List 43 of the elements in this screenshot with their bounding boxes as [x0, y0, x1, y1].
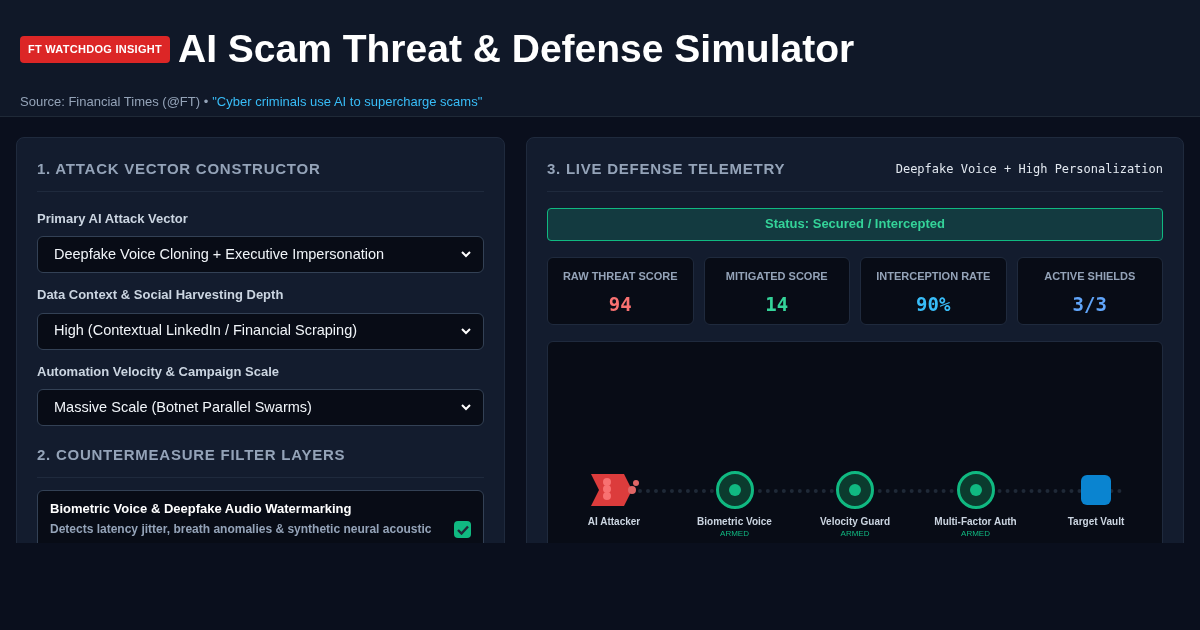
- source-text: Source: Financial Times (@FT) •: [20, 92, 209, 111]
- node-label: Biometric Voice: [697, 514, 772, 529]
- node-label: Velocity Guard: [820, 514, 890, 529]
- filter-checkbox[interactable]: [454, 521, 471, 538]
- attacker-icon: [589, 472, 639, 507]
- node-label: Multi-Factor Auth: [934, 514, 1017, 529]
- metric-value: 3/3: [1072, 292, 1107, 317]
- dropdown[interactable]: Massive Scale (Botnet Parallel Swarms): [37, 389, 484, 426]
- node-label: AI Attacker: [587, 514, 641, 529]
- shield-node-icon: [835, 469, 875, 510]
- section-title: 2. COUNTERMEASURE FILTER LAYERS: [37, 444, 484, 478]
- checkmark-icon: [456, 524, 469, 535]
- scenario-label: Deepfake Voice + High Personalization: [895, 161, 1163, 179]
- metric-value: 14: [765, 292, 789, 317]
- vault-icon: [1081, 474, 1111, 505]
- metric-label: MITIGATED SCORE: [725, 268, 828, 284]
- page-title: AI Scam Threat & Defense Simulator: [177, 26, 855, 72]
- article-link[interactable]: "Cyber criminals use AI to supercharge scams": [212, 91, 483, 111]
- filter-name: Biometric Voice & Deepfake Audio Watermarking: [50, 499, 353, 518]
- node-label: Target Vault: [1067, 514, 1125, 529]
- metric-label: RAW THREAT SCORE: [562, 268, 678, 284]
- filter-description: Detects latency jitter, breath anomalies & synthetic neural acoustic: [50, 521, 432, 538]
- section-title: 1. ATTACK VECTOR CONSTRUCTOR: [37, 158, 484, 192]
- insight-badge: FT WATCHDOG INSIGHT: [20, 36, 170, 63]
- chevron-down-icon: [461, 404, 471, 411]
- section-title: 3. LIVE DEFENSE TELEMETRY: [547, 159, 786, 179]
- shield-node-icon: [955, 469, 996, 510]
- dropdown[interactable]: Deepfake Voice Cloning + Executive Impersonation: [37, 236, 484, 273]
- metric-label: ACTIVE SHIELDS: [1044, 268, 1136, 284]
- metric-label: INTERCEPTION RATE: [876, 268, 991, 284]
- node-status: ARMED: [840, 528, 870, 539]
- node-status: ARMED: [720, 528, 749, 539]
- metric-value: 90%: [916, 292, 951, 317]
- dropdown[interactable]: High (Contextual LinkedIn / Financial Scraping): [37, 312, 484, 350]
- metric-value: 94: [608, 292, 632, 317]
- field-label: Primary AI Attack Vector: [37, 209, 189, 228]
- field-label: Data Context & Social Harvesting Depth: [37, 286, 285, 304]
- status-banner: Status: Secured / Intercepted: [547, 207, 1163, 241]
- node-status: ARMED: [961, 528, 990, 539]
- shield-node-icon: [714, 469, 755, 510]
- chevron-down-icon: [461, 251, 471, 258]
- field-label: Automation Velocity & Campaign Scale: [37, 362, 280, 381]
- chevron-down-icon: [461, 327, 471, 335]
